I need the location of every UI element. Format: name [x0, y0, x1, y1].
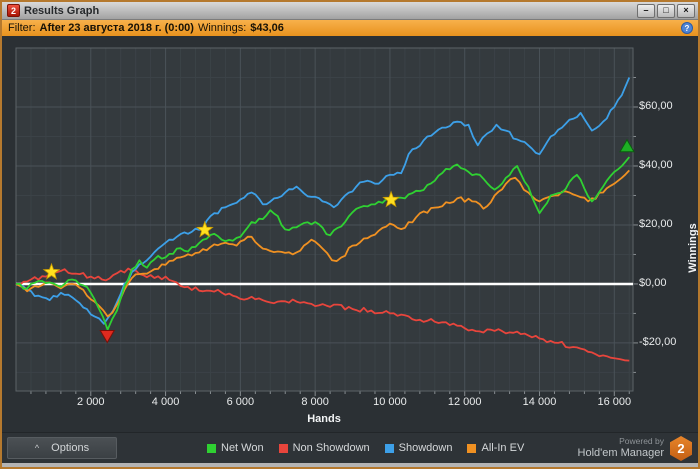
winnings-label: Winnings:: [197, 22, 247, 34]
legend: Net Won Non Showdown Showdown All-In EV: [207, 433, 524, 463]
window-resize-strip: [2, 463, 698, 467]
winnings-graph: Hands Winnings 2 000 4 000 6 000 8 000 10 00…: [2, 36, 698, 432]
legend-swatch-icon: [384, 443, 394, 453]
plot-canvas: [15, 47, 638, 396]
y-tick-label: $40,00: [639, 158, 673, 171]
legend-swatch-icon: [207, 443, 216, 453]
filter-value[interactable]: After 23 августа 2018 г. (0:00): [40, 22, 194, 34]
window-title: Results Graph: [24, 4, 100, 17]
y-axis-title: Winnings: [687, 223, 699, 273]
legend-label: Non Showdown: [292, 442, 370, 454]
filter-label: Filter:: [8, 22, 36, 34]
x-tick-label: 2 000: [77, 396, 105, 408]
options-button[interactable]: ^ Options: [7, 437, 117, 459]
brand-name: Hold'em Manager: [577, 447, 664, 460]
filter-bar: Filter: After 23 августа 2018 г. (0:00) …: [2, 20, 698, 36]
close-button[interactable]: ×: [677, 3, 695, 18]
legend-label: Showdown: [398, 442, 453, 454]
x-axis-title: Hands: [307, 413, 341, 425]
x-tick-label: 12 000: [447, 396, 482, 408]
results-graph-window: 2 Results Graph – □ × Filter: After 23 а…: [0, 0, 700, 469]
y-tick-label: $60,00: [639, 99, 673, 112]
x-tick-label: 10 000: [373, 396, 407, 408]
legend-swatch-icon: [278, 443, 288, 453]
x-tick-label: 16 000: [597, 396, 632, 408]
legend-item-net-won: Net Won: [207, 442, 264, 454]
legend-label: Net Won: [221, 442, 264, 454]
maximize-button[interactable]: □: [657, 3, 675, 18]
bottom-bar: ^ Options Net Won Non Showdown Showdown All…: [2, 432, 698, 463]
y-tick-label: $0,00: [639, 276, 667, 289]
minimize-button[interactable]: –: [637, 3, 655, 18]
legend-item-showdown: Showdown: [384, 442, 453, 454]
options-button-label: Options: [51, 442, 90, 454]
chevron-up-icon: ^: [34, 443, 40, 453]
x-tick-label: 4 000: [151, 396, 180, 408]
y-tick-label: $20,00: [639, 217, 673, 230]
x-tick-label: 6 000: [226, 396, 255, 408]
winnings-value: $43,06: [250, 22, 284, 34]
legend-swatch-icon: [467, 443, 477, 453]
x-tick-label: 14 000: [522, 396, 557, 408]
legend-item-non-showdown: Non Showdown: [278, 442, 370, 454]
hm2-logo-icon: 2: [670, 436, 692, 461]
legend-label: All-In EV: [481, 442, 525, 454]
title-bar: 2 Results Graph – □ ×: [2, 2, 698, 20]
powered-by-label: Powered by: [619, 436, 664, 447]
help-icon[interactable]: ?: [681, 22, 693, 34]
legend-item-all-in-ev: All-In EV: [467, 442, 524, 454]
app-icon: 2: [7, 4, 20, 17]
x-tick-label: 8 000: [301, 396, 329, 408]
y-tick-label: -$20,00: [639, 335, 677, 348]
branding: Powered by Hold'em Manager 2: [578, 436, 692, 461]
